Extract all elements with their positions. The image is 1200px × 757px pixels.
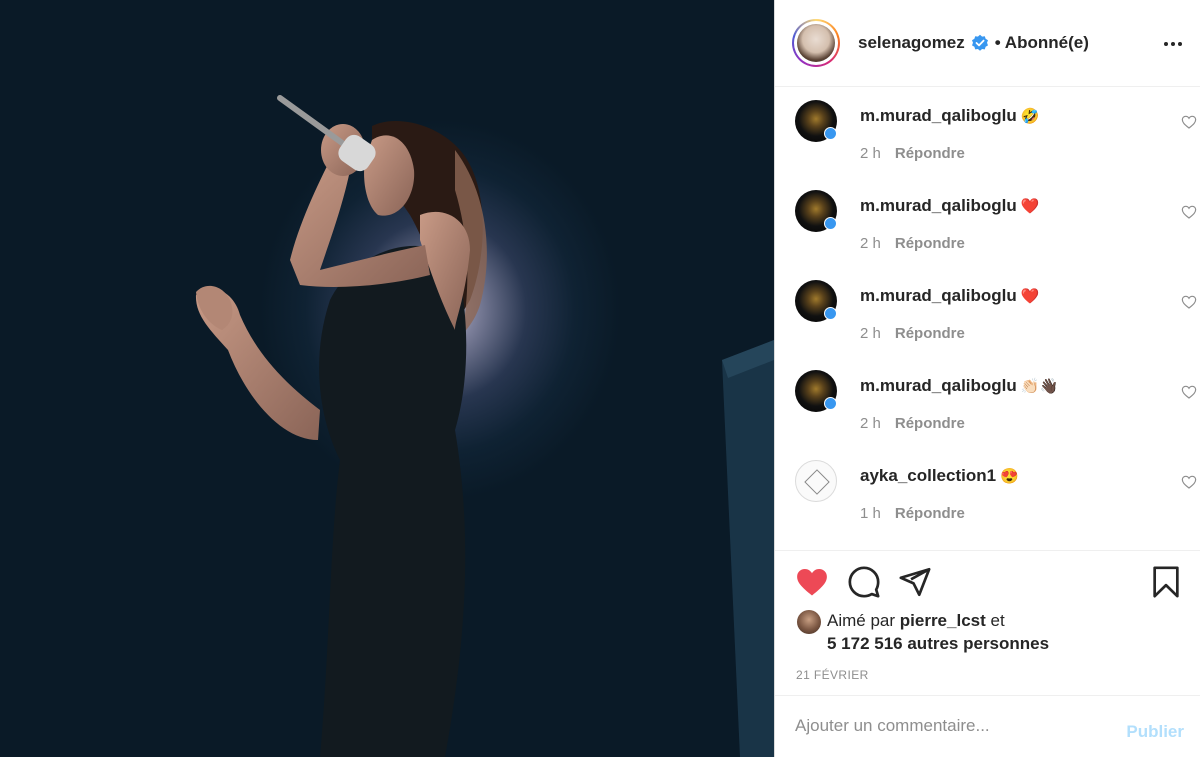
comments-list: m.murad_qaliboglu 🤣 2 h Répondre m.murad_q…: [775, 88, 1200, 550]
reply-button[interactable]: Répondre: [895, 235, 965, 252]
author-username[interactable]: selenagomez: [858, 33, 965, 53]
likes-count[interactable]: 5 172 516 autres personnes: [827, 634, 1049, 654]
comment-input[interactable]: [795, 714, 1095, 738]
commenter-avatar[interactable]: [795, 460, 837, 502]
author-avatar[interactable]: [792, 19, 840, 67]
comment-text: 😍: [1000, 468, 1019, 485]
comment-like-heart-icon[interactable]: [1181, 474, 1197, 490]
reply-button[interactable]: Répondre: [895, 145, 965, 162]
comment-time[interactable]: 2 h: [860, 325, 881, 342]
commenter-username[interactable]: m.murad_qaliboglu: [860, 376, 1017, 395]
comment-like-heart-icon[interactable]: [1181, 204, 1197, 220]
comment-text: 🤣: [1020, 108, 1040, 125]
commenter-avatar[interactable]: [795, 100, 837, 142]
post-photo-illustration: [195, 95, 774, 757]
comment-text: ❤️: [1020, 288, 1040, 305]
comment-item: m.murad_qaliboglu 🤣 2 h Répondre: [795, 88, 1197, 178]
comment-item: m.murad_qaliboglu 👏🏻👋🏿 2 h Répondre: [795, 358, 1197, 448]
commenter-avatar[interactable]: [795, 190, 837, 232]
reply-button[interactable]: Répondre: [895, 505, 965, 522]
comment-text: 👏🏻👋🏿: [1020, 378, 1059, 395]
likes-suffix: et: [990, 611, 1005, 630]
comment-time[interactable]: 1 h: [860, 505, 881, 522]
follow-status[interactable]: • Abonné(e): [995, 33, 1089, 53]
liker-avatar[interactable]: [797, 610, 821, 634]
commenter-username[interactable]: ayka_collection1: [860, 466, 996, 485]
commenter-username[interactable]: m.murad_qaliboglu: [860, 106, 1017, 125]
post-header: selenagomez • Abonné(e): [775, 0, 1200, 87]
add-comment-section: Publier: [775, 695, 1200, 757]
comment-text: ❤️: [1020, 198, 1040, 215]
author-avatar-image: [797, 24, 835, 62]
comment-item: m.murad_qaliboglu ❤️ 2 h Répondre: [795, 268, 1197, 358]
post-details-panel: selenagomez • Abonné(e) m.murad_qalibogl…: [774, 0, 1200, 757]
reply-button[interactable]: Répondre: [895, 325, 965, 342]
commenter-username[interactable]: m.murad_qaliboglu: [860, 196, 1017, 215]
comment-item: m.murad_qaliboglu ❤️ 2 h Répondre: [795, 178, 1197, 268]
comment-time[interactable]: 2 h: [860, 235, 881, 252]
comment-item: ayka_collection1 😍 1 h Répondre: [795, 448, 1197, 538]
comment-time[interactable]: 2 h: [860, 145, 881, 162]
action-bar: [795, 565, 1181, 601]
heart-icon[interactable]: [795, 565, 829, 599]
more-options-icon[interactable]: [1163, 34, 1183, 54]
comment-time[interactable]: 2 h: [860, 415, 881, 432]
comment-like-heart-icon[interactable]: [1181, 294, 1197, 310]
reply-button[interactable]: Répondre: [895, 415, 965, 432]
liker-username[interactable]: pierre_lcst: [900, 611, 986, 630]
comment-like-heart-icon[interactable]: [1181, 384, 1197, 400]
commenter-avatar[interactable]: [795, 280, 837, 322]
verified-badge-icon: [971, 34, 989, 52]
comment-icon[interactable]: [847, 565, 881, 599]
commenter-avatar[interactable]: [795, 370, 837, 412]
post-image[interactable]: [0, 0, 774, 757]
commenter-username[interactable]: m.murad_qaliboglu: [860, 286, 1017, 305]
bookmark-icon[interactable]: [1149, 565, 1183, 599]
likes-prefix: Aimé par: [827, 611, 896, 630]
share-icon[interactable]: [898, 565, 932, 599]
publish-button[interactable]: Publier: [1126, 722, 1184, 742]
comment-like-heart-icon[interactable]: [1181, 114, 1197, 130]
post-actions-section: Aimé par pierre_lcst et 5 172 516 autres…: [775, 550, 1200, 682]
post-date[interactable]: 21 FÉVRIER: [796, 668, 869, 682]
